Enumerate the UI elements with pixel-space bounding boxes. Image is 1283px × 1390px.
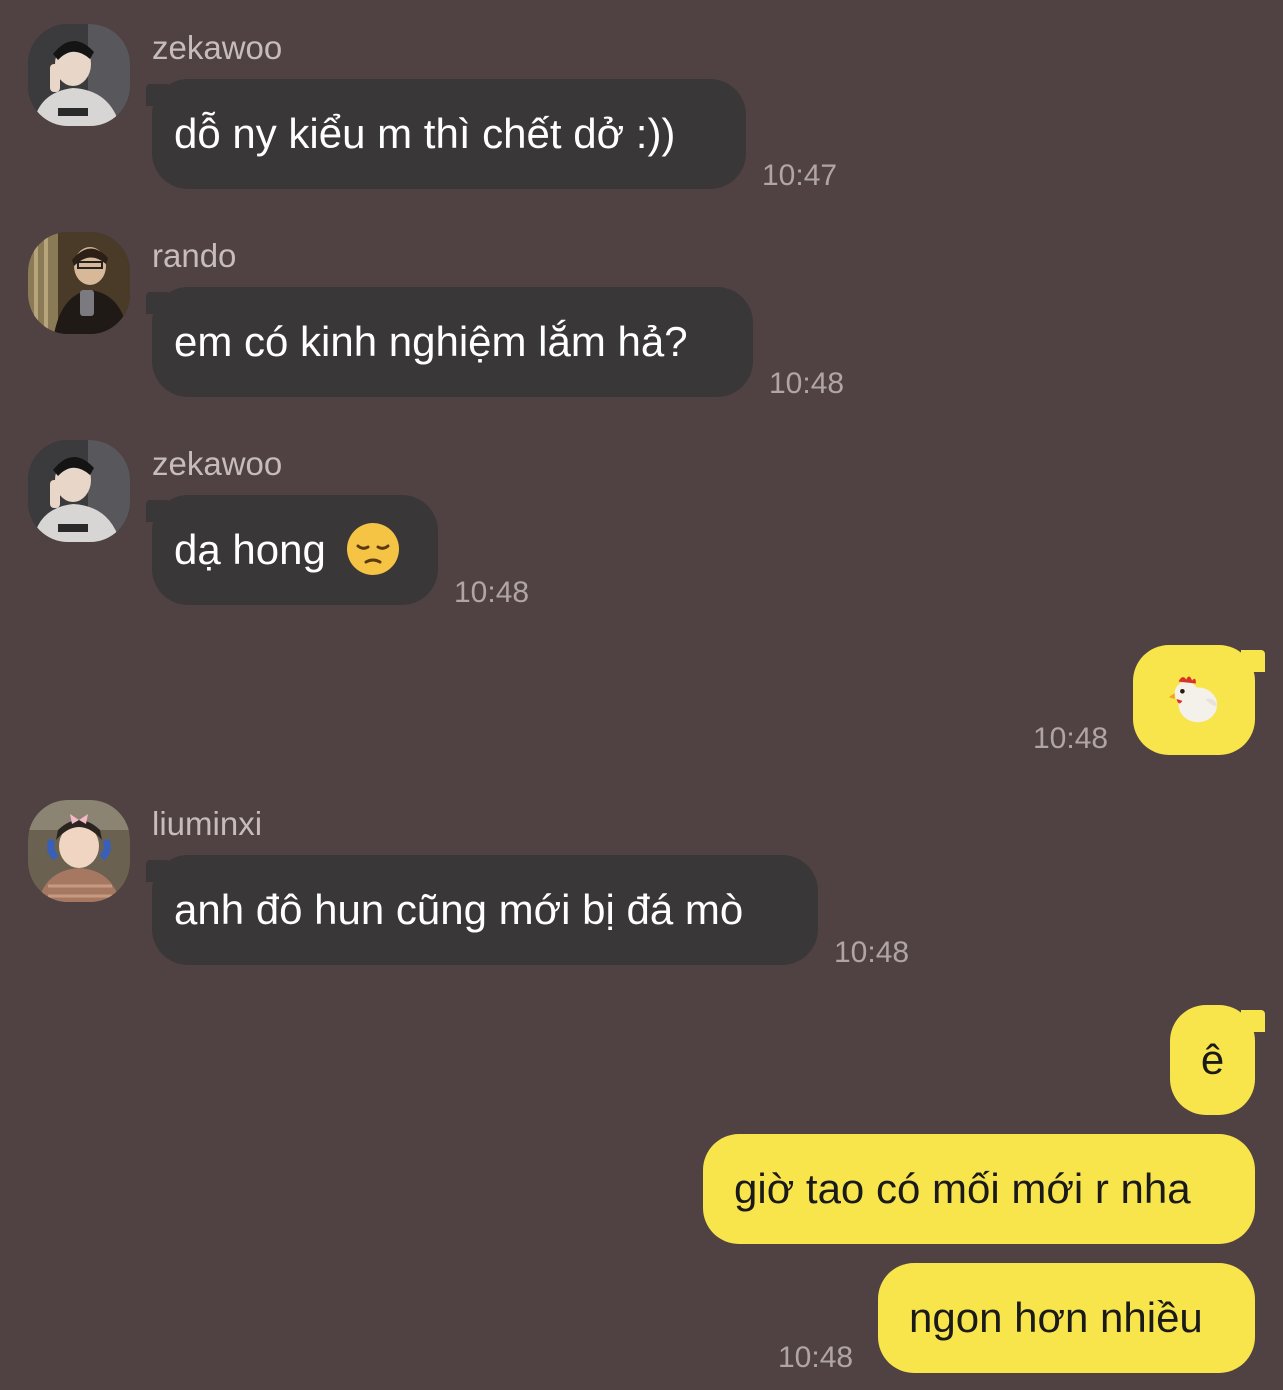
message-text: ngon hơn nhiều [909,1294,1203,1341]
message-bubble[interactable]: dỗ ny kiểu m thì chết dở :)) [152,79,746,189]
message-timestamp: 10:48 [834,936,910,969]
message-text: anh đô hun cũng mới bị đá mò [174,886,744,933]
message-timestamp: 10:47 [762,159,838,192]
sender-name: zekawoo [152,29,283,66]
message-text: em có kinh nghiệm lắm hả? [174,318,688,365]
message-bubble[interactable]: anh đô hun cũng mới bị đá mò [152,855,818,965]
avatar-zekawoo-image [28,440,130,542]
message-timestamp: 10:48 [778,1341,854,1374]
avatar-zekawoo-image [28,24,130,126]
message-bubble[interactable]: em có kinh nghiệm lắm hả? [152,287,753,397]
message-timestamp: 10:48 [769,367,845,400]
message-text: giờ tao có mối mới r nha [734,1165,1191,1212]
message-bubble[interactable]: dạ hong [152,495,438,605]
message-text: dỗ ny kiểu m thì chết dở :)) [174,110,676,157]
message-text: ê [1200,1036,1225,1083]
avatar[interactable] [28,440,130,542]
sender-name: rando [152,237,237,274]
message-bubble[interactable]: ê [1170,1005,1255,1115]
message-bubble[interactable] [1133,645,1255,755]
message-text: dạ hong [174,526,326,573]
message-timestamp: 10:48 [1033,722,1109,755]
sender-name: zekawoo [152,445,283,482]
message-bubble[interactable]: ngon hơn nhiều [878,1263,1255,1373]
message-timestamp: 10:48 [454,576,530,609]
pensive-face-emoji [346,522,399,575]
avatar-liuminxi-image [28,800,130,902]
message-bubble[interactable]: giờ tao có mối mới r nha [703,1134,1255,1244]
avatar[interactable] [28,24,130,126]
avatar[interactable] [28,800,130,902]
chicken-emoji [1168,676,1218,723]
avatar-rando-image [28,232,130,334]
avatar[interactable] [28,232,130,334]
sender-name: liuminxi [152,805,263,842]
